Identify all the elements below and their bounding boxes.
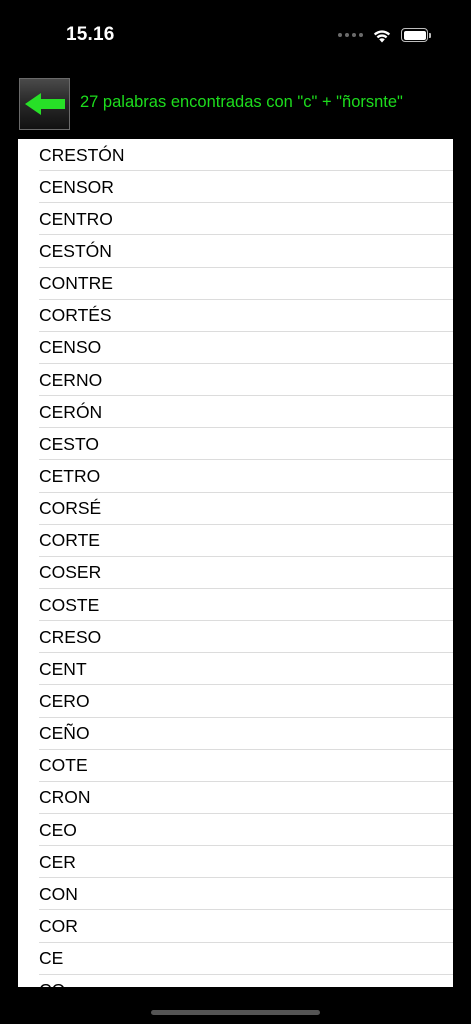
back-button[interactable] [19, 78, 70, 130]
word-list-item[interactable]: COTE [18, 750, 453, 782]
battery-icon [401, 28, 431, 42]
word-list-item[interactable]: CENTRO [18, 203, 453, 236]
word-list-item[interactable]: CESTO [18, 428, 453, 461]
word-list-item[interactable]: CETRO [18, 460, 453, 493]
word-list-item[interactable]: CONTRE [18, 268, 453, 300]
word-list-item[interactable]: CENSOR [18, 171, 453, 204]
word-list-item[interactable]: CERNO [18, 364, 453, 397]
word-list-item[interactable]: CERO [18, 685, 453, 718]
word-list-item[interactable]: CRESTÓN [18, 139, 453, 172]
word-list-item[interactable]: CERÓN [18, 396, 453, 429]
screen: 15.16 27 palabras encontradas con "c" + … [0, 0, 471, 1024]
wifi-icon [373, 29, 391, 42]
word-list-item[interactable]: CORSÉ [18, 493, 453, 525]
results-title: 27 palabras encontradas con "c" + "ñorsn… [80, 93, 403, 111]
word-list-item[interactable]: CESTÓN [18, 235, 453, 268]
word-list-item[interactable]: CER [18, 846, 453, 879]
status-icons [338, 25, 431, 45]
status-time: 15.16 [66, 24, 115, 45]
word-list-item[interactable]: CORTE [18, 525, 453, 557]
word-list-item[interactable]: CEÑO [18, 718, 453, 750]
word-list-item[interactable]: CON [18, 878, 453, 911]
green-left-arrow-icon [24, 93, 65, 115]
word-list-item[interactable]: CENSO [18, 332, 453, 365]
status-bar: 15.16 [0, 0, 471, 70]
word-list-item[interactable]: CRESO [18, 621, 453, 654]
word-list-item[interactable]: CENT [18, 653, 453, 686]
cellular-signal-icon [338, 33, 363, 37]
word-list-item[interactable]: COR [18, 910, 453, 943]
word-list-item[interactable]: CRON [18, 782, 453, 815]
word-list-item[interactable]: CEO [18, 814, 453, 847]
home-indicator[interactable] [151, 1010, 320, 1015]
word-list-item[interactable]: CO [18, 975, 453, 987]
word-list-item[interactable]: COSTE [18, 589, 453, 622]
word-list-item[interactable]: CE [18, 943, 453, 975]
header: 27 palabras encontradas con "c" + "ñorsn… [0, 78, 471, 132]
word-list[interactable]: CRESTÓN CENSOR CENTRO CESTÓN CONTRE CORTÉS CEN… [18, 139, 453, 987]
word-list-item[interactable]: CORTÉS [18, 300, 453, 332]
word-list-item[interactable]: COSER [18, 557, 453, 590]
